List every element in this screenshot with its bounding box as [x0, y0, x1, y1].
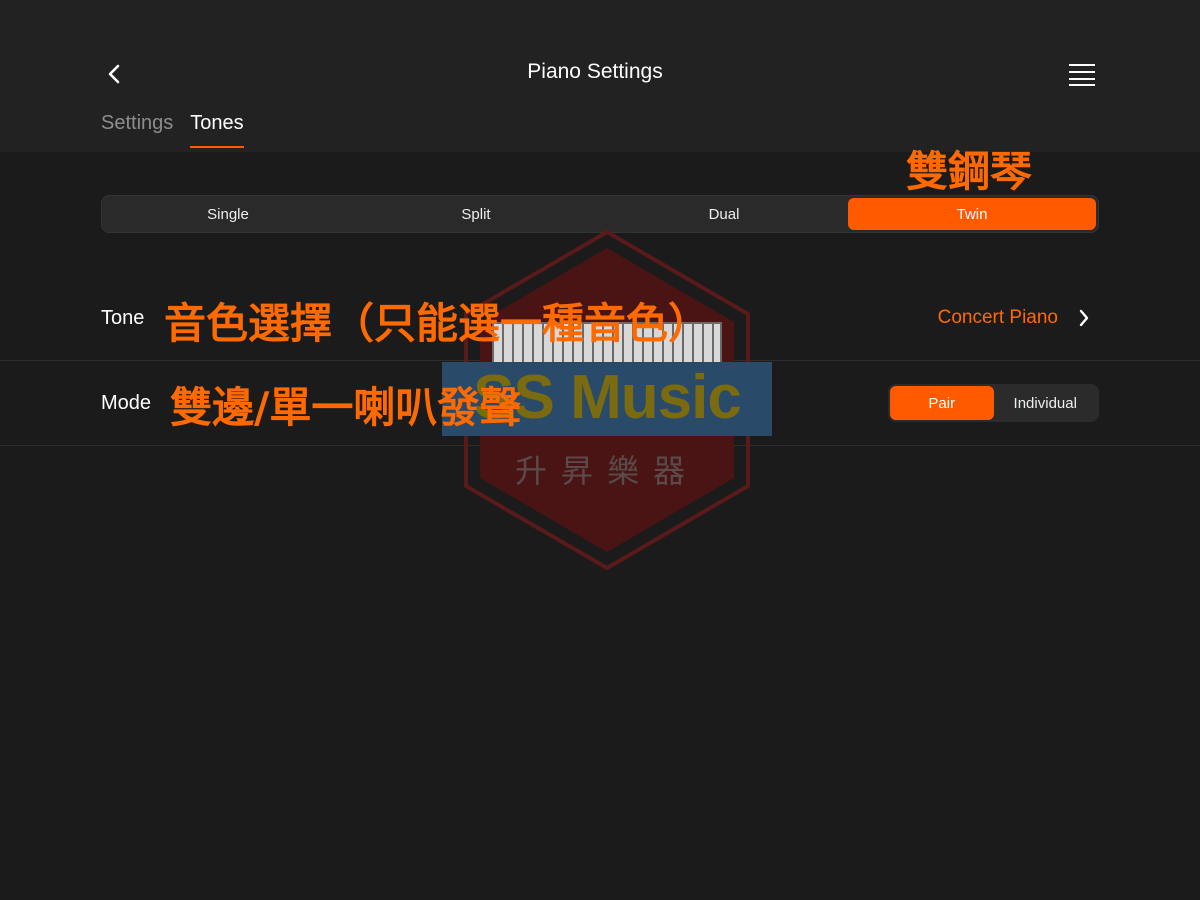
page-title: Piano Settings	[527, 60, 663, 83]
play-mode-selector: Single Split Dual Twin	[101, 195, 1099, 233]
tab-bar: Settings Tones	[101, 112, 245, 148]
mode-option-split[interactable]: Split	[352, 198, 600, 230]
toggle-option-individual[interactable]: Individual	[994, 386, 1098, 420]
chevron-right-icon	[1078, 308, 1090, 328]
mode-option-single[interactable]: Single	[104, 198, 352, 230]
tone-value: Concert Piano	[937, 307, 1058, 328]
tab-settings[interactable]: Settings	[101, 112, 173, 145]
annotation-mode: 雙邊/單一喇叭發聲	[170, 383, 522, 432]
tab-tones[interactable]: Tones	[190, 112, 245, 148]
mode-option-dual[interactable]: Dual	[600, 198, 848, 230]
watermark-subtitle: 升昇樂器	[514, 453, 699, 489]
annotation-tone: 音色選擇（只能選一種音色）	[164, 299, 711, 348]
hamburger-menu-icon	[1069, 64, 1095, 86]
annotation-twin: 雙鋼琴	[906, 147, 1033, 196]
header: Piano Settings Settings Tones	[0, 0, 1200, 152]
speaker-mode-toggle: Pair Individual	[888, 384, 1099, 422]
mode-row: Mode 雙邊/單一喇叭發聲 Pair Individual	[0, 360, 1200, 446]
tone-label: Tone	[101, 307, 145, 329]
mode-label: Mode	[101, 392, 152, 414]
menu-button[interactable]	[1064, 58, 1100, 90]
toggle-option-pair[interactable]: Pair	[890, 386, 994, 420]
tone-row[interactable]: Tone 音色選擇（只能選一種音色） Concert Piano	[0, 275, 1200, 361]
tone-value-link[interactable]: Concert Piano	[938, 307, 1090, 329]
mode-option-twin[interactable]: Twin	[848, 198, 1096, 230]
